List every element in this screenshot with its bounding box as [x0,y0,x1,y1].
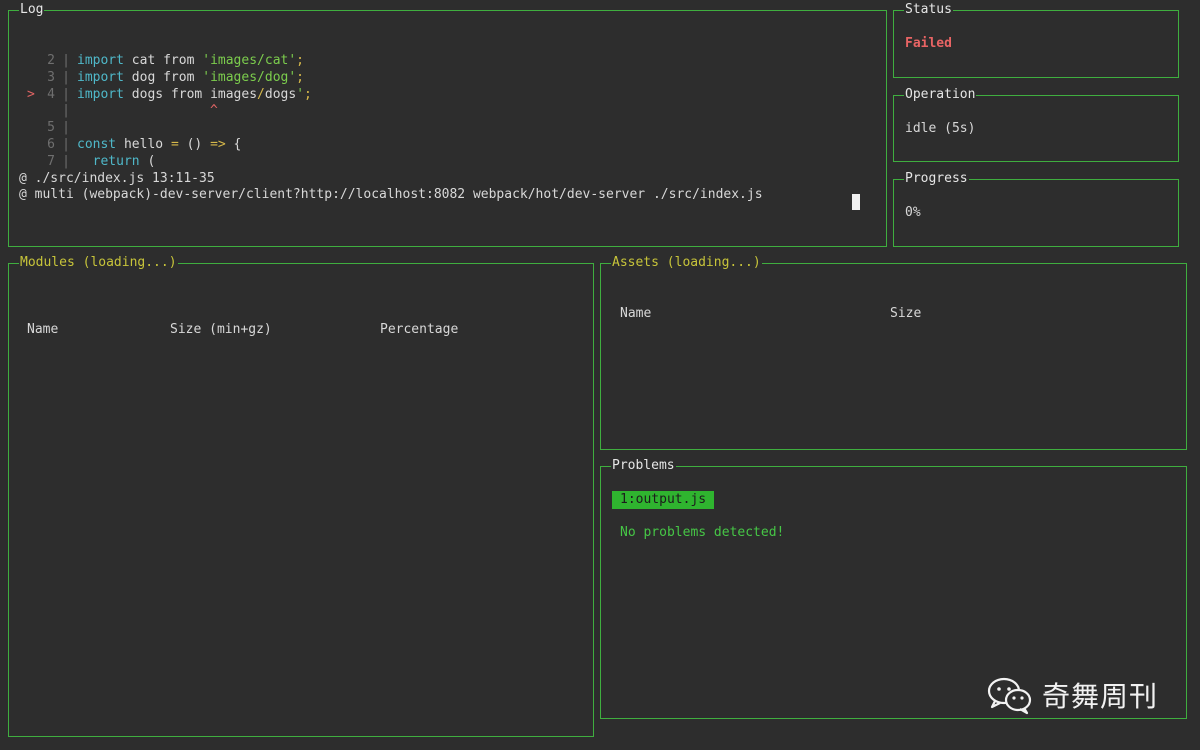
code-token: from [163,53,195,68]
assets-col-name: Name [620,306,652,321]
modules-col-percentage: Percentage [380,322,459,337]
log-code-line: 5 | [27,120,763,137]
log-code-line: 3 | import dog from 'images/dog'; [27,70,763,87]
line-number: 2 [47,53,55,68]
gutter-divider: | [62,153,70,169]
code-token: import [77,86,124,102]
log-panel: Log 2 | import cat from 'images/cat'; 3 | imp… [8,2,887,247]
gutter-divider: | [62,136,70,152]
line-number: 4 [47,86,55,102]
code-token: hello [116,136,171,152]
code-token: ' [296,86,305,102]
log-code-line: 6 | const hello = () => { [27,137,763,154]
code-token: const [77,136,117,152]
code-token: dogs [264,86,297,102]
operation-title: Operation [904,87,977,103]
gutter-divider: | [62,53,70,68]
status-title: Status [904,2,953,18]
tab-output-js[interactable]: 1:output.js [612,491,715,509]
log-code: 2 | import cat from 'images/cat'; 3 | import … [19,53,763,204]
gutter-divider: | [62,120,70,136]
code-token: return [92,153,140,169]
code-token: dog [123,69,164,85]
code-token: ; [304,86,312,102]
operation-value: idle (5s) [905,121,976,136]
modules-col-size: Size (min+gz) [170,322,272,337]
log-code-line: 2 | import cat from 'images/cat'; [27,53,763,70]
status-value: Failed [905,36,952,51]
gutter-divider: | [62,86,70,102]
code-token: => [210,136,226,152]
code-token: dogs [123,86,171,102]
log-code-line: | ^ [27,103,763,120]
watermark-text: 奇舞周刊 [1042,680,1159,713]
code-token: ; [296,53,304,68]
progress-panel: Progress 0% [893,171,1179,247]
problems-message: No problems detected! [620,525,785,540]
code-token: () [178,136,211,152]
modules-title: Modules (loading...) [19,255,178,271]
status-panel: Status Failed [893,2,1179,78]
code-token: images [202,86,258,102]
assets-col-size: Size [890,306,922,321]
code-token: 'images/cat' [194,53,297,68]
code-token: from [170,86,203,102]
stack-trace-line: @ multi (webpack)-dev-server/client?http… [19,187,763,203]
gutter-divider: | [62,103,70,119]
operation-panel: Operation idle (5s) [893,87,1179,162]
code-token: / [257,86,265,102]
problems-title: Problems [611,458,676,474]
code-token: 'images/dog' [194,69,297,85]
watermark: 奇舞周刊 [986,675,1158,715]
code-token: ( [139,153,156,169]
progress-value: 0% [905,205,921,220]
modules-panel[interactable]: Modules (loading...) Name Size (min+gz) … [8,255,594,737]
assets-title: Assets (loading...) [611,255,762,271]
log-code-line: >4 | import dogs from images/dogs'; [27,87,763,104]
line-number: 5 [47,120,55,136]
code-token: cat [123,53,164,68]
progress-title: Progress [904,171,969,187]
wechat-icon [987,677,1032,715]
stack-trace-line: @ ./src/index.js 13:11-35 [19,170,215,186]
code-token: ; [296,69,304,85]
gutter-divider: | [62,69,70,85]
log-title: Log [19,2,45,18]
modules-col-name: Name [27,322,59,337]
code-token: import [77,69,124,85]
code-token: from [163,69,195,85]
line-number: 3 [47,69,55,85]
terminal-cursor [852,194,860,210]
log-code-line: 7 | return ( [27,154,763,171]
code-token: ^ [77,103,218,119]
code-token: { [225,136,242,152]
code-token: = [170,136,179,152]
code-token: import [77,53,124,68]
assets-panel[interactable]: Assets (loading...) Name Size [600,255,1187,450]
error-marker: > [27,86,35,102]
line-number: 7 [47,153,55,169]
line-number: 6 [47,136,55,152]
